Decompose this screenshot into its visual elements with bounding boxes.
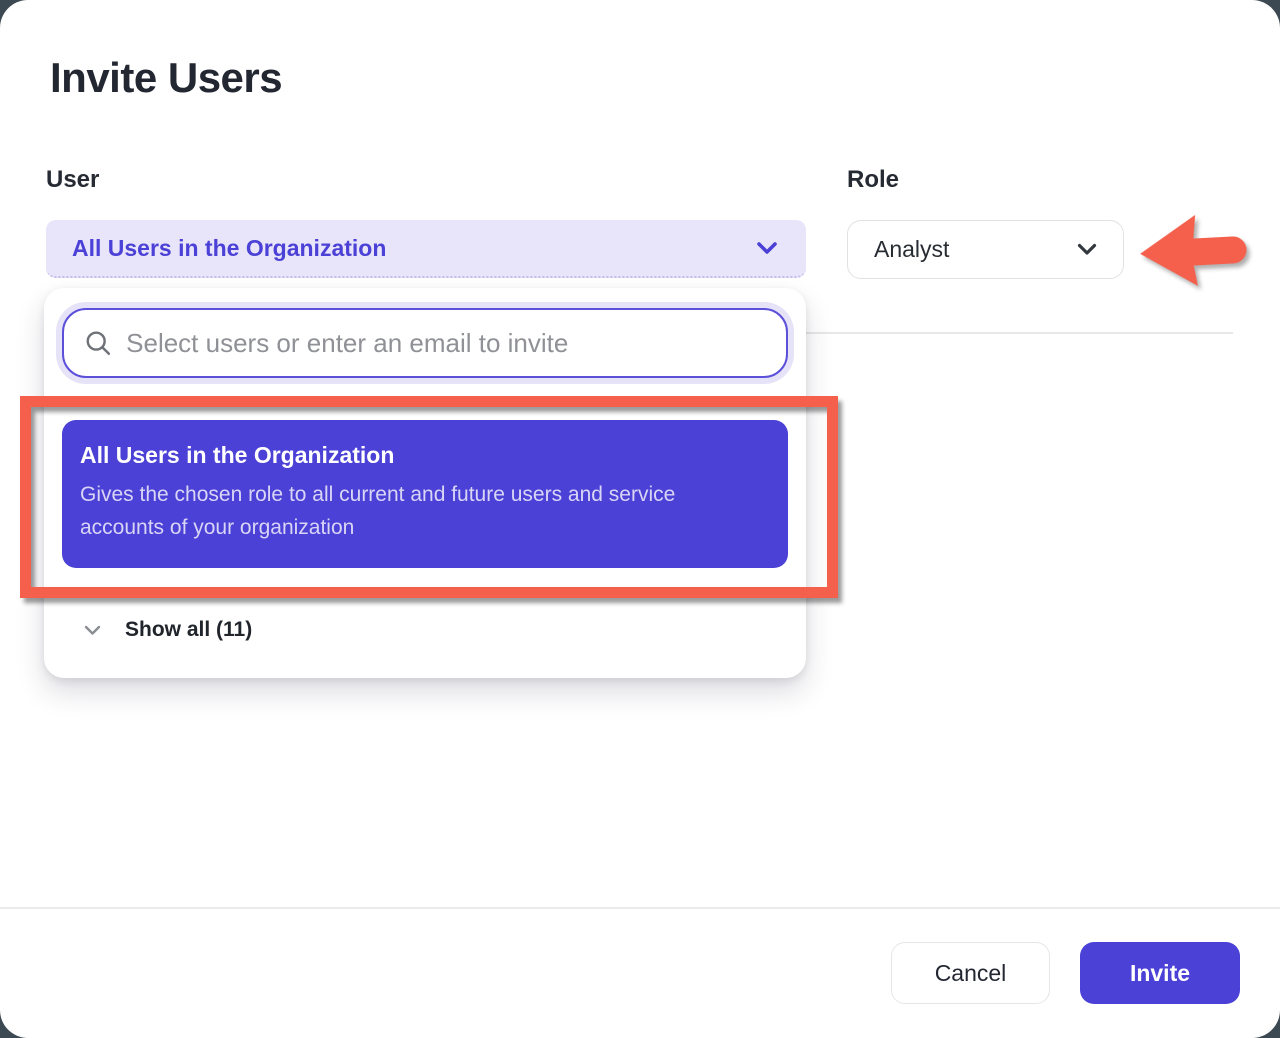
user-select-value: All Users in the Organization <box>72 235 756 262</box>
role-field-label: Role <box>847 166 899 194</box>
show-all-label: Show all (11) <box>125 618 252 642</box>
user-search-input[interactable] <box>126 328 766 359</box>
chevron-down-icon <box>756 241 778 255</box>
role-select[interactable]: Analyst <box>847 220 1124 279</box>
user-select[interactable]: All Users in the Organization <box>46 220 806 278</box>
option-description: Gives the chosen role to all current and… <box>80 478 764 544</box>
invite-button[interactable]: Invite <box>1080 942 1240 1004</box>
invite-users-modal: Invite Users User Role All Users in the … <box>0 0 1280 1038</box>
option-all-users[interactable]: All Users in the Organization Gives the … <box>62 420 788 568</box>
option-title: All Users in the Organization <box>80 442 760 469</box>
red-arrow-icon <box>1130 197 1257 303</box>
search-icon <box>84 328 112 358</box>
show-all-toggle[interactable]: Show all (11) <box>44 606 806 654</box>
cancel-button[interactable]: Cancel <box>891 942 1050 1004</box>
page-title: Invite Users <box>50 54 282 102</box>
chevron-down-icon <box>84 625 101 636</box>
role-select-value: Analyst <box>874 236 1077 263</box>
chevron-down-icon <box>1077 243 1097 256</box>
footer-divider <box>0 907 1280 909</box>
user-dropdown-panel: All Users in the Organization Gives the … <box>44 288 806 678</box>
user-field-label: User <box>46 166 99 194</box>
user-search-box[interactable] <box>62 308 788 378</box>
